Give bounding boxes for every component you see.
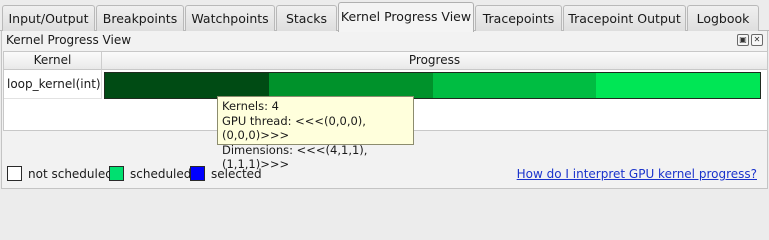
tab-tracepoints[interactable]: Tracepoints <box>475 5 562 31</box>
progress-segment-1[interactable] <box>105 73 269 98</box>
progress-segment-3[interactable] <box>432 73 597 98</box>
legend-not-scheduled: not scheduled <box>7 166 113 181</box>
tooltip-kernels: Kernels: 4 <box>222 99 279 113</box>
tab-logbook[interactable]: Logbook <box>687 5 759 31</box>
panel-title: Kernel Progress View <box>6 33 132 47</box>
not-scheduled-swatch <box>7 166 22 181</box>
kernel-progress-bar[interactable] <box>104 72 761 99</box>
legend-label-scheduled: scheduled <box>130 166 192 181</box>
progress-segment-2[interactable] <box>268 73 433 98</box>
tab-tracepoint-output[interactable]: Tracepoint Output <box>563 5 686 31</box>
tab-watchpoints[interactable]: Watchpoints <box>185 5 275 31</box>
tab-bar: Input/Output Breakpoints Watchpoints Sta… <box>0 0 769 32</box>
legend-label-not-scheduled: not scheduled <box>28 166 113 181</box>
close-icon[interactable]: ✕ <box>751 34 763 46</box>
tab-input-output[interactable]: Input/Output <box>2 5 95 31</box>
progress-segment-4[interactable] <box>596 73 760 98</box>
column-header-progress[interactable]: Progress <box>102 52 767 70</box>
tab-kernel-progress-view[interactable]: Kernel Progress View <box>338 2 474 32</box>
panel-buttons: ▣ ✕ <box>737 34 763 46</box>
column-header-kernel[interactable]: Kernel <box>4 52 102 70</box>
tab-stacks[interactable]: Stacks <box>276 5 337 31</box>
help-link[interactable]: How do I interpret GPU kernel progress? <box>517 167 757 181</box>
legend-scheduled: scheduled <box>109 166 191 181</box>
float-icon[interactable]: ▣ <box>737 34 749 46</box>
selected-swatch <box>190 166 205 181</box>
scheduled-swatch <box>109 166 124 181</box>
tooltip-dimensions: Dimensions: <<<(4,1,1),(1,1,1)>>> <box>222 142 368 172</box>
tooltip-gpu-thread: GPU thread: <<<(0,0,0),(0,0,0)>>> <box>222 113 366 143</box>
kernel-tooltip: Kernels: 4 GPU thread: <<<(0,0,0),(0,0,0… <box>217 96 414 171</box>
tab-breakpoints[interactable]: Breakpoints <box>96 5 184 31</box>
kernel-name-cell[interactable]: loop_kernel(int) <box>4 70 102 99</box>
